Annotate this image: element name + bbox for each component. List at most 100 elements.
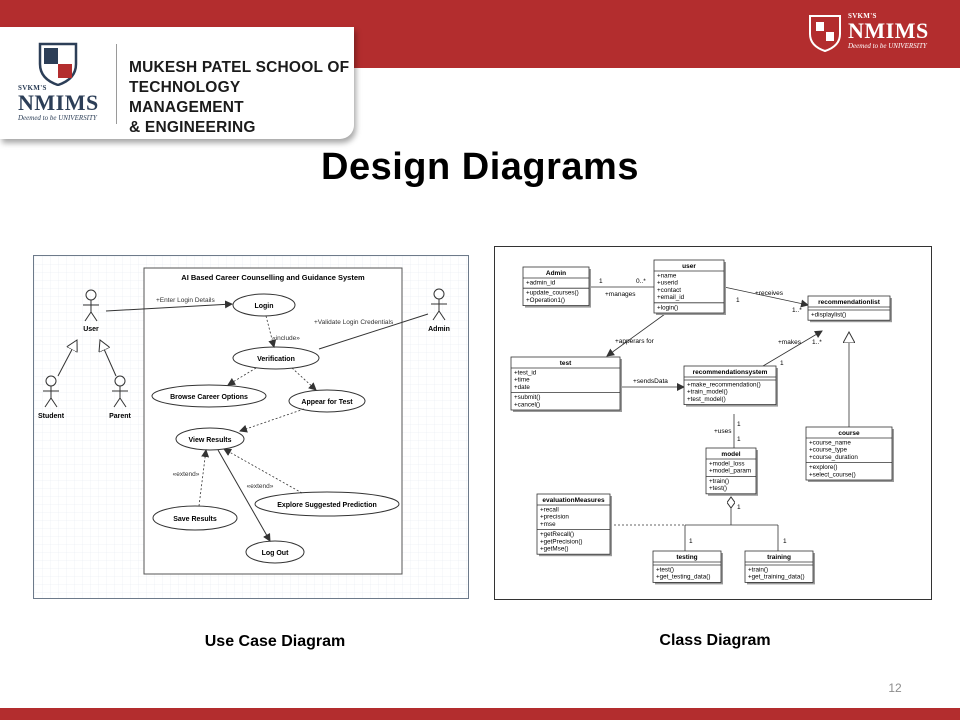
use-case-save-label: Save Results <box>173 516 217 523</box>
class-operation: +train() <box>748 567 768 574</box>
class-operation: +cancel() <box>514 401 540 408</box>
relation-appears-for: +apperars for <box>615 338 655 345</box>
use-case-browse-label: Browse Career Options <box>170 394 248 401</box>
use-case-appear-label: Appear for Test <box>301 399 353 406</box>
relation-uses: +uses <box>714 428 732 435</box>
class-name: Admin <box>546 270 566 277</box>
actor-student-label: Student <box>38 413 65 420</box>
actor-parent-label: Parent <box>109 413 131 420</box>
class-attribute: +precision <box>540 514 569 521</box>
user-test-association <box>606 313 666 357</box>
class-operation: +submit() <box>514 394 540 401</box>
class-attribute: +mse <box>540 521 556 528</box>
school-name-line: TECHNOLOGY MANAGEMENT <box>129 79 244 116</box>
system-title: AI Based Career Counselling and Guidance… <box>181 273 365 282</box>
class-admin: Admin +admin_id +update_courses()+Operatio… <box>522 266 591 308</box>
class-operation: +getRecall() <box>540 531 574 538</box>
actor-user-label: User <box>83 326 99 333</box>
validate-label: +Validate Login Credentials <box>314 319 394 326</box>
use-case-view-label: View Results <box>188 437 231 444</box>
class-name: evaluationMeasures <box>542 497 605 504</box>
class-user: user +name+userid+contact+email_id +login(… <box>653 259 726 315</box>
use-case-logout-label: Log Out <box>262 550 289 557</box>
page-number: 12 <box>888 681 902 695</box>
use-case-diagram-panel: AI Based Career Counselling and Guidance… <box>33 255 469 599</box>
class-attribute: +test_id <box>514 370 537 377</box>
class-operation: +test() <box>709 485 727 492</box>
class-name: training <box>767 554 791 561</box>
class-operation: +train_model() <box>687 389 728 396</box>
enter-login-label: +Enter Login Details <box>156 297 215 304</box>
class-operation: +train() <box>709 478 729 485</box>
extend-label-2: «extend» <box>247 483 274 490</box>
use-case-diagram: AI Based Career Counselling and Guidance… <box>34 256 468 598</box>
class-operation: +explore() <box>809 464 838 471</box>
class-attribute: +model_param <box>709 468 751 475</box>
class-diagram-caption: Class Diagram <box>659 632 771 649</box>
relation-manages: +manages <box>605 291 636 298</box>
shield-icon <box>38 42 78 86</box>
brand-tagline: Deemed to be UNIVERSITY <box>848 42 927 50</box>
relation-sends-data: +sendsData <box>633 378 668 385</box>
class-operation: +test() <box>656 567 674 574</box>
class-operation: +login() <box>657 304 678 311</box>
class-name: course <box>838 430 860 437</box>
relation-receives: +receives <box>755 290 784 297</box>
class-course: course +course_name+course_type+course_du… <box>805 426 894 482</box>
class-operation: +getMse() <box>540 546 569 553</box>
brand-tagline: Deemed to be UNIVERSITY <box>18 114 97 122</box>
mult-model-div-1: 1 <box>737 504 741 511</box>
mult-user-rl-many: 1..* <box>792 307 802 314</box>
class-attribute: +model_loss <box>709 461 745 468</box>
use-case-caption: Use Case Diagram <box>204 633 346 650</box>
class-evaluation-measures: evaluationMeasures +recall+precision+mse +… <box>536 493 612 557</box>
brand-name: NMIMS <box>848 18 929 43</box>
class-attribute: +name <box>657 273 677 280</box>
class-operation: +get_training_data() <box>748 574 805 581</box>
brand-name: NMIMS <box>18 90 99 115</box>
bottom-red-band <box>0 708 960 720</box>
logo-divider <box>116 44 117 124</box>
class-diagram-panel: +manages +receives +apperars for +makes … <box>494 246 932 600</box>
mult-rs-rl-1: 1 <box>780 360 784 367</box>
class-operation: +update_courses() <box>526 290 579 297</box>
class-name: recommendationsystem <box>693 369 768 376</box>
class-attribute: +userid <box>657 280 678 287</box>
mult-user-rl-1: 1 <box>736 297 740 304</box>
school-name-line: MUKESH PATEL SCHOOL OF <box>129 59 350 76</box>
class-operation: +select_course() <box>809 471 856 478</box>
class-operation: +get_testing_data() <box>656 574 710 581</box>
class-operation: +getPrecision() <box>540 538 583 545</box>
mult-training-1: 1 <box>783 538 787 545</box>
class-name: recommendationlist <box>818 299 881 306</box>
actor-admin-label: Admin <box>428 326 450 333</box>
use-case-explore-label: Explore Suggested Prediction <box>277 502 377 509</box>
class-name: test <box>560 360 572 367</box>
class-operation: +test_model() <box>687 396 726 403</box>
extend-label-1: «extend» <box>173 471 200 478</box>
class-test: test +test_id+time+date +submit()+cancel() <box>510 356 622 412</box>
class-diagram: +manages +receives +apperars for +makes … <box>510 259 894 585</box>
shield-icon <box>809 15 841 52</box>
class-attribute: +date <box>514 384 530 391</box>
class-training: training +train()+get_training_data() <box>744 550 815 585</box>
class-operation: +make_recommendation() <box>687 382 761 389</box>
recommendationsystem-recommendationlist-association <box>762 330 823 367</box>
mult-rs-model-1b: 1 <box>737 436 741 443</box>
school-name-line: & ENGINEERING <box>129 119 256 136</box>
class-attribute: +admin_id <box>526 280 556 287</box>
class-recommendationlist: recommendationlist +displaylist() <box>807 295 892 323</box>
class-attribute: +course_name <box>809 440 851 447</box>
class-name: model <box>721 451 740 458</box>
include-label: «include» <box>272 335 300 342</box>
class-operation: +displaylist() <box>811 312 846 319</box>
class-name: testing <box>676 554 697 561</box>
mult-testing-1: 1 <box>689 538 693 545</box>
class-recommendationsystem: recommendationsystem +make_recommendation… <box>683 365 778 407</box>
class-attribute: +email_id <box>657 294 685 301</box>
class-testing: testing+test()+get_testing_data() <box>652 550 723 585</box>
class-attribute: +course_type <box>809 447 847 454</box>
class-attribute: +time <box>514 377 530 384</box>
slide-title: Design Diagrams <box>321 146 639 188</box>
class-model: model +model_loss+model_param +train()+tes… <box>705 447 758 496</box>
